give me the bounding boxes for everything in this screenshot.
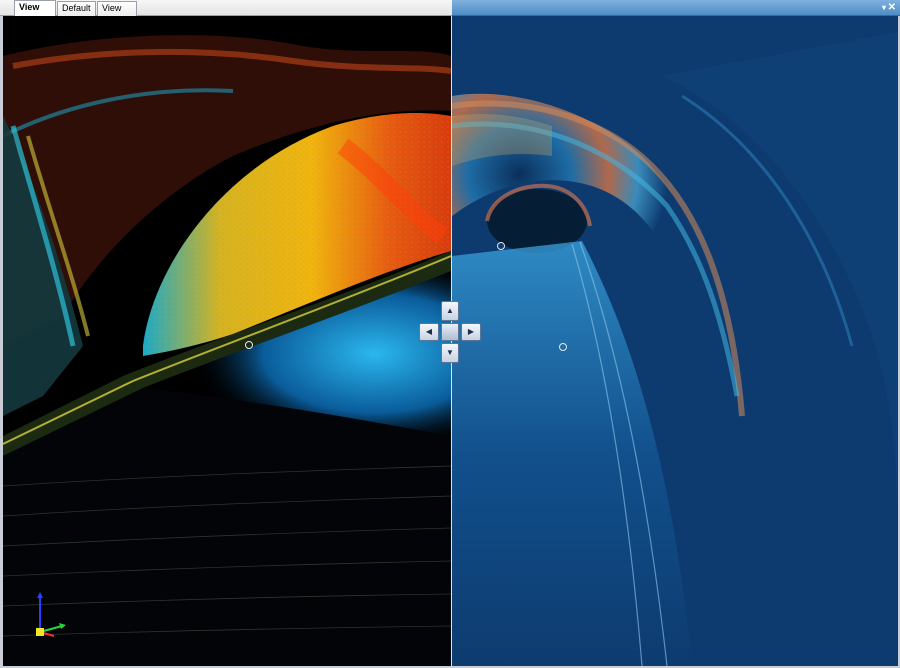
close-icon[interactable]: ✕ [888, 1, 896, 15]
tab-default[interactable]: Default [57, 1, 96, 16]
point-cloud-viewport-right[interactable] [452, 16, 898, 666]
active-viewport-titlebar: ▾ ✕ [452, 0, 900, 16]
point-cloud-viewport-left[interactable] [3, 16, 451, 666]
pan-down-icon[interactable]: ▼ [441, 343, 459, 363]
pan-right-icon[interactable]: ▶ [461, 323, 481, 341]
target-marker[interactable] [559, 343, 567, 351]
navigation-pad: ▲ ▼ ◀ ▶ [419, 301, 481, 363]
view-center-icon[interactable] [441, 323, 459, 341]
tab-view-02[interactable]: View 02 [14, 0, 56, 25]
pan-left-icon[interactable]: ◀ [419, 323, 439, 341]
dropdown-icon[interactable]: ▾ [882, 1, 886, 15]
target-marker[interactable] [497, 242, 505, 250]
tab-view-01[interactable]: View 01 [97, 1, 137, 26]
pan-up-icon[interactable]: ▲ [441, 301, 459, 321]
viewport-frame-left [0, 16, 3, 668]
target-marker[interactable] [245, 341, 253, 349]
axis-triad-icon [32, 592, 72, 640]
